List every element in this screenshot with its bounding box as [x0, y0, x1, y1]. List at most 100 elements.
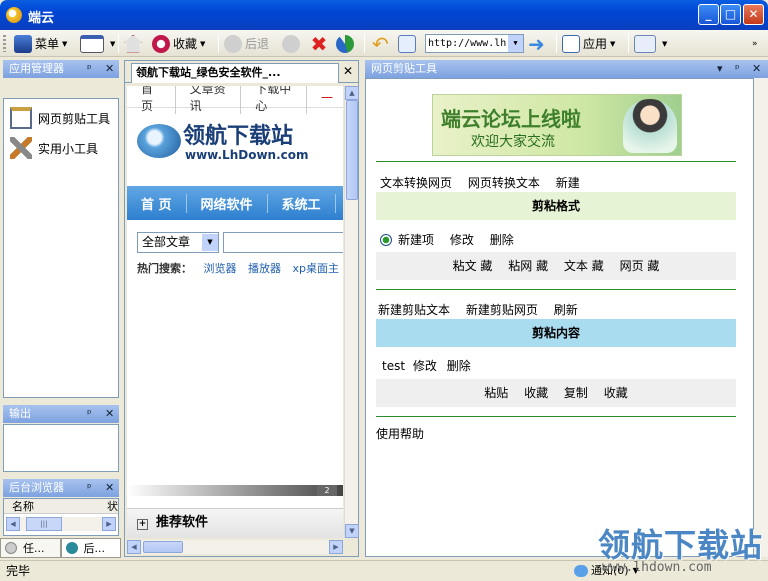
scroll-left-icon[interactable]: ◀ — [6, 517, 20, 531]
tab-label: 任... — [23, 542, 45, 555]
format-action[interactable]: 粘网 藏 — [508, 259, 548, 273]
menu-button[interactable]: 菜单 ▼ — [14, 33, 67, 54]
column-status[interactable]: 状 — [99, 499, 118, 513]
tab-bg-browser[interactable]: 后... — [60, 538, 121, 558]
scroll-thumb[interactable] — [143, 541, 183, 553]
main-nav-system[interactable]: 系统工 — [268, 193, 336, 213]
category-select[interactable]: 全部文章 ▼ — [137, 232, 219, 253]
content-delete-link[interactable]: 删除 — [447, 359, 471, 373]
vertical-scrollbar[interactable]: ▲ ▼ — [344, 86, 359, 538]
scroll-left-icon[interactable]: ◀ — [127, 540, 141, 554]
format-action[interactable]: 网页 藏 — [620, 259, 660, 273]
main-nav-home[interactable]: 首 页 — [127, 193, 187, 213]
column-name[interactable]: 名称 — [4, 499, 99, 513]
go-button[interactable]: ➜ — [528, 33, 553, 54]
back-button[interactable]: 后退 — [224, 33, 269, 54]
category-value: 全部文章 — [142, 235, 191, 249]
format-delete-link[interactable]: 删除 — [490, 233, 514, 247]
close-icon[interactable]: ✕ — [105, 405, 114, 423]
pin-icon[interactable]: ᵖ — [735, 60, 740, 78]
address-input[interactable]: http://www.lh ▼ — [425, 34, 524, 53]
favorite-button[interactable]: 收藏 — [524, 386, 548, 400]
recommend-section[interactable]: + 推荐软件 — [127, 508, 343, 538]
vertical-scrollbar[interactable] — [754, 78, 768, 557]
toolbar-grip[interactable] — [3, 35, 6, 52]
horizontal-scrollbar[interactable]: ◀ ▶ — [127, 540, 343, 554]
content-row: test 修改 删除 — [382, 357, 483, 374]
pin-icon[interactable]: ᵖ — [87, 479, 92, 497]
radio-selected-icon[interactable] — [380, 234, 392, 246]
format-action[interactable]: 粘文 藏 — [453, 259, 493, 273]
toolbar: 菜单 ▼ ▼ 收藏 ▼ 后退 ✖ ↶ http://www.lh ▼ ➜ 应用 ▼ — [0, 30, 768, 57]
tab-lhdown[interactable]: 领航下载站_绿色安全软件_... — [131, 63, 339, 83]
close-button[interactable]: ✕ — [743, 4, 764, 25]
hot-item[interactable]: xp桌面主 — [293, 262, 340, 275]
scroll-up-icon[interactable]: ▲ — [345, 86, 359, 100]
refresh-link[interactable]: 刷新 — [554, 303, 578, 317]
close-tab-icon[interactable]: ✕ — [343, 64, 353, 78]
maximize-button[interactable]: □ — [720, 4, 741, 25]
close-icon[interactable]: ✕ — [752, 60, 761, 78]
content-edit-link[interactable]: 修改 — [413, 359, 437, 373]
content-item-name[interactable]: test — [382, 359, 405, 373]
close-icon[interactable]: ✕ — [105, 60, 114, 78]
forward-icon — [282, 34, 300, 53]
horizontal-scrollbar[interactable]: ◀ ||| ▶ — [6, 517, 116, 531]
pin-icon[interactable]: ᵖ — [87, 405, 92, 423]
web-to-text-link[interactable]: 网页转换文本 — [468, 176, 540, 190]
web-clip-title: 网页剪贴工具 — [371, 62, 437, 75]
nav-articles[interactable]: 文章资讯 — [176, 86, 242, 114]
window-layout-button[interactable]: ▼ — [80, 33, 115, 54]
hot-item[interactable]: 浏览器 — [204, 262, 237, 275]
content-actions: 粘贴 收藏 复制 收藏 — [376, 379, 736, 407]
help-link[interactable]: 使用帮助 — [376, 425, 424, 442]
pin-icon[interactable]: ᵖ — [87, 60, 92, 78]
logo-text: 领航下载站 — [183, 124, 294, 149]
tools-icon — [10, 137, 32, 159]
page-button[interactable] — [398, 33, 419, 54]
site-search-input[interactable] — [223, 232, 343, 253]
new-text-clip-link[interactable]: 新建剪贴文本 — [378, 303, 450, 317]
apps-button[interactable]: 应用 ▼ — [562, 33, 615, 54]
new-link[interactable]: 新建 — [556, 176, 580, 190]
app-item-tools[interactable]: 实用小工具 — [4, 133, 118, 163]
toolbar-overflow-icon[interactable]: » — [752, 33, 758, 54]
format-new-item[interactable]: 新建项 — [398, 233, 434, 247]
address-dropdown-icon[interactable]: ▼ — [508, 35, 523, 52]
format-edit-link[interactable]: 修改 — [450, 233, 474, 247]
nav-more[interactable]: — — [307, 90, 343, 104]
tab-label: 后... — [83, 542, 106, 555]
main-nav-network[interactable]: 网络软件 — [187, 193, 268, 213]
copy-button[interactable]: 复制 — [564, 386, 588, 400]
tab-tasks[interactable]: 任... — [0, 538, 61, 558]
screen-button[interactable]: ▼ — [634, 33, 667, 54]
scroll-down-icon[interactable]: ▼ — [345, 524, 359, 538]
forum-banner[interactable]: 端云论坛上线啦 欢迎大家交流 — [432, 94, 682, 156]
hot-item[interactable]: 播放器 — [248, 262, 281, 275]
paste-button[interactable]: 粘贴 — [484, 386, 508, 400]
site-logo[interactable]: 领航下载站 www.LhDown.com — [137, 118, 337, 168]
app-item-web-clip[interactable]: 网页剪贴工具 — [4, 103, 118, 133]
favorites-button[interactable]: 收藏 ▼ — [152, 33, 205, 54]
scroll-right-icon[interactable]: ▶ — [102, 517, 116, 531]
apps-icon — [562, 34, 580, 53]
scroll-thumb[interactable]: ||| — [26, 517, 62, 531]
format-action[interactable]: 文本 藏 — [564, 259, 604, 273]
nav-home[interactable]: 首 页 — [127, 86, 176, 114]
text-to-web-link[interactable]: 文本转换网页 — [380, 176, 452, 190]
close-icon[interactable]: ✕ — [105, 479, 114, 497]
undo-button[interactable]: ↶ — [372, 33, 393, 54]
scroll-right-icon[interactable]: ▶ — [329, 540, 343, 554]
home-button[interactable] — [124, 33, 145, 54]
nav-downloads[interactable]: 下载中心 — [241, 86, 307, 114]
favorite-button[interactable]: 收藏 — [604, 386, 628, 400]
chat-bubble-icon — [574, 565, 588, 577]
forward-button[interactable] — [282, 33, 303, 54]
dropdown-icon[interactable]: ▾ — [717, 60, 723, 78]
refresh-button[interactable] — [336, 33, 357, 54]
new-web-clip-link[interactable]: 新建剪贴网页 — [466, 303, 538, 317]
page-number[interactable]: 2 — [317, 485, 337, 496]
stop-button[interactable]: ✖ — [310, 33, 331, 54]
minimize-button[interactable]: _ — [698, 4, 719, 25]
scroll-thumb[interactable] — [346, 100, 358, 200]
